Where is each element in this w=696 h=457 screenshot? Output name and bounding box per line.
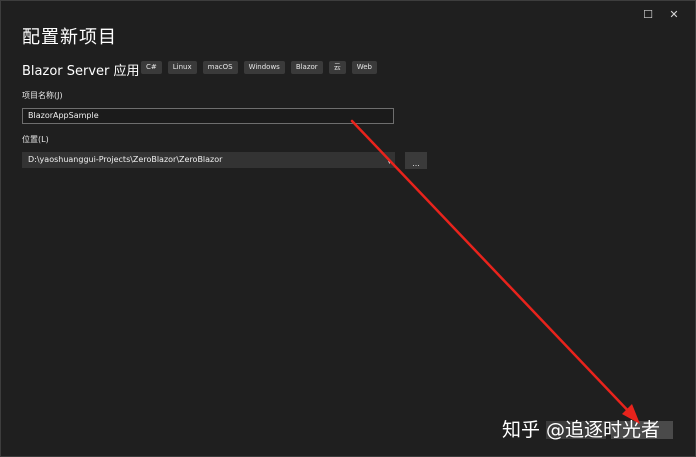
red-arrow-annotation xyxy=(350,119,640,424)
